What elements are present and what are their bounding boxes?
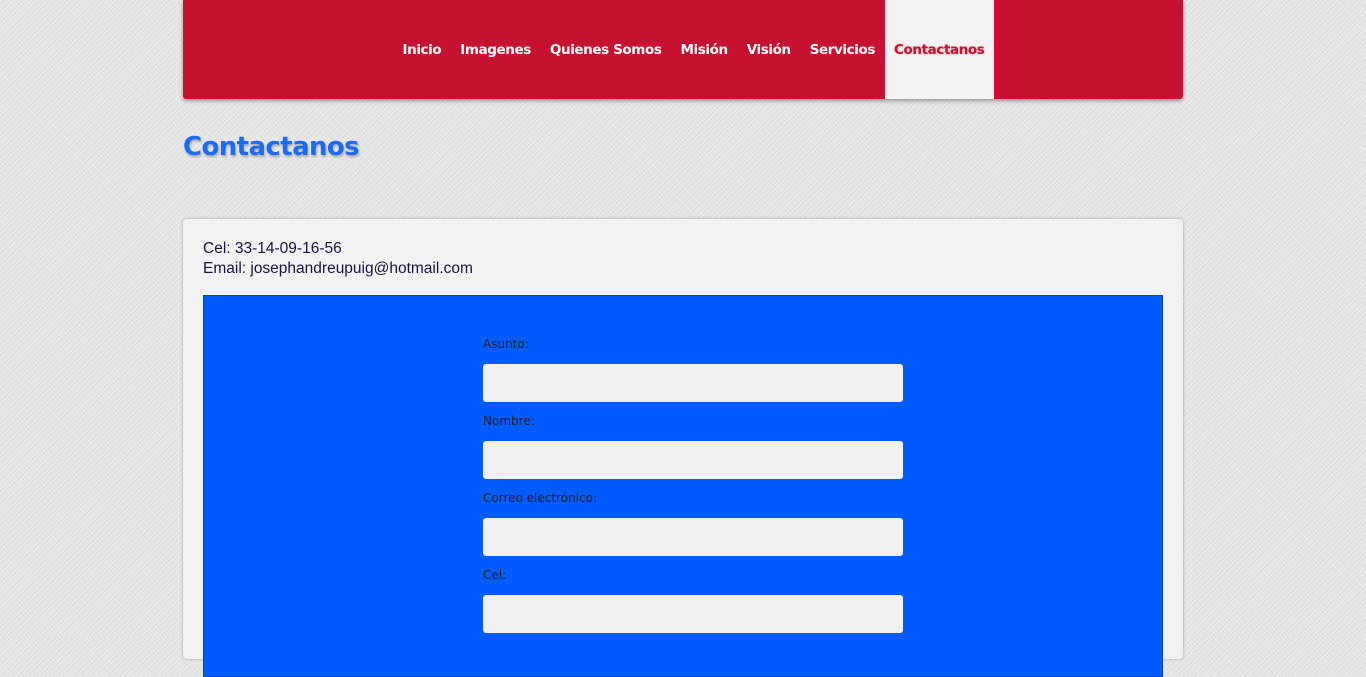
nav-item-mision[interactable]: Misión xyxy=(671,0,737,99)
cel-label: Cel: xyxy=(483,568,507,582)
nav-item-quienes-somos[interactable]: Quienes Somos xyxy=(540,0,671,99)
contact-form: Asunto: Nombre: Correo electrónico: Cel: xyxy=(203,295,1163,677)
nombre-label: Nombre: xyxy=(483,414,535,428)
main-nav: Inicio Imagenes Quienes Somos Misión Vis… xyxy=(393,0,994,99)
email-input[interactable] xyxy=(483,518,903,556)
nav-item-contactanos[interactable]: Contactanos xyxy=(884,0,994,99)
nav-item-servicios[interactable]: Servicios xyxy=(800,0,884,99)
contact-card: Cel: 33-14-09-16-56 Email: josephandreup… xyxy=(183,219,1183,677)
asunto-input[interactable] xyxy=(483,364,903,402)
contact-info: Cel: 33-14-09-16-56 Email: josephandreup… xyxy=(203,239,473,278)
email-label: Correo electrónico: xyxy=(483,491,597,505)
contact-cel: Cel: 33-14-09-16-56 xyxy=(203,240,342,257)
nombre-input[interactable] xyxy=(483,441,903,479)
site-header: Inicio Imagenes Quienes Somos Misión Vis… xyxy=(183,0,1183,99)
contact-email: Email: josephandreupuig@hotmail.com xyxy=(203,259,473,277)
nav-item-inicio[interactable]: Inicio xyxy=(393,0,451,99)
nav-item-vision[interactable]: Visión xyxy=(737,0,800,99)
page-title: Contactanos xyxy=(183,132,360,162)
cel-input[interactable] xyxy=(483,595,903,633)
asunto-label: Asunto: xyxy=(483,337,529,351)
nav-item-imagenes[interactable]: Imagenes xyxy=(451,0,541,99)
